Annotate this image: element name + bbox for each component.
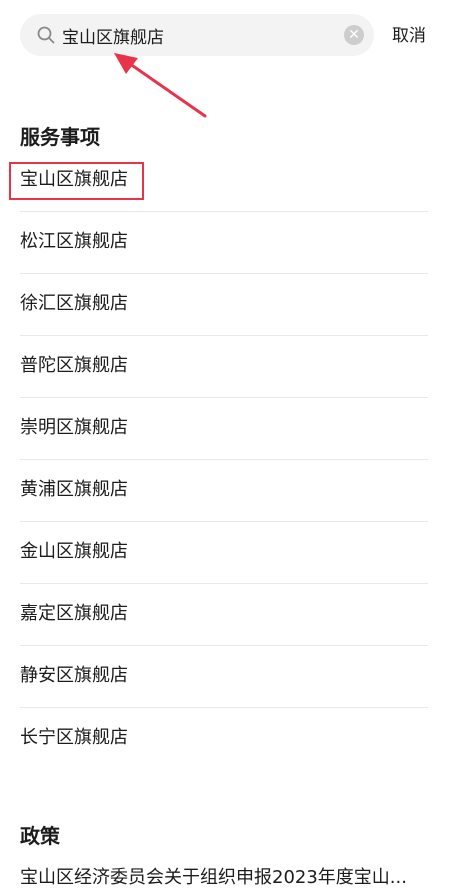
service-item-label: 松江区旗舰店 bbox=[20, 231, 128, 252]
services-section-title: 服务事项 bbox=[20, 125, 100, 149]
service-item[interactable]: 金山区旗舰店 bbox=[20, 522, 428, 584]
service-item-label: 徐汇区旗舰店 bbox=[20, 293, 128, 314]
service-item-label: 崇明区旗舰店 bbox=[20, 417, 128, 438]
service-item[interactable]: 长宁区旗舰店 bbox=[20, 708, 428, 770]
close-icon: ✕ bbox=[348, 27, 360, 43]
service-item-label: 静安区旗舰店 bbox=[20, 665, 128, 686]
service-item-label: 嘉定区旗舰店 bbox=[20, 603, 128, 624]
service-item[interactable]: 嘉定区旗舰店 bbox=[20, 584, 428, 646]
service-item[interactable]: 松江区旗舰店 bbox=[20, 212, 428, 274]
service-item-label: 普陀区旗舰店 bbox=[20, 355, 128, 376]
cancel-button[interactable]: 取消 bbox=[392, 25, 426, 47]
search-icon bbox=[37, 26, 55, 44]
service-item-label: 金山区旗舰店 bbox=[20, 541, 128, 562]
service-item[interactable]: 宝山区旗舰店 bbox=[9, 150, 428, 212]
service-item-label: 黄浦区旗舰店 bbox=[20, 479, 128, 500]
clear-search-button[interactable]: ✕ bbox=[344, 25, 364, 45]
policy-section-title: 政策 bbox=[20, 824, 60, 848]
policy-item[interactable]: 宝山区经济委员会关于组织申报2023年度宝山... bbox=[20, 866, 432, 890]
service-item[interactable]: 普陀区旗舰店 bbox=[20, 336, 428, 398]
service-item[interactable]: 黄浦区旗舰店 bbox=[20, 460, 428, 522]
service-item[interactable]: 崇明区旗舰店 bbox=[20, 398, 428, 460]
annotation-arrow-icon bbox=[114, 53, 207, 118]
service-item-label: 宝山区旗舰店 bbox=[20, 169, 128, 190]
services-list: 宝山区旗舰店 松江区旗舰店 徐汇区旗舰店 普陀区旗舰店 崇明区旗舰店 黄浦区旗舰… bbox=[9, 150, 428, 770]
service-item[interactable]: 徐汇区旗舰店 bbox=[20, 274, 428, 336]
service-item-label: 长宁区旗舰店 bbox=[20, 727, 128, 748]
service-item[interactable]: 静安区旗舰店 bbox=[20, 646, 428, 708]
